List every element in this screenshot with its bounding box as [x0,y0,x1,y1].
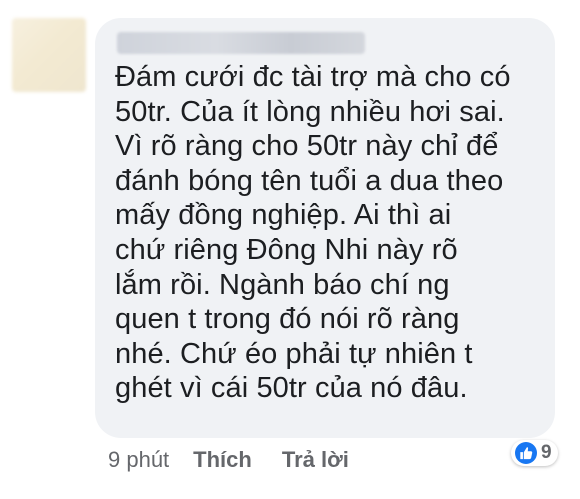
like-button[interactable]: Thích [193,447,252,473]
like-icon [515,442,537,464]
avatar[interactable] [12,18,86,92]
comment-timestamp[interactable]: 9 phút [108,447,169,473]
comment-author[interactable] [117,32,365,54]
comment-text: Đám cưới đc tài trợ mà cho có 50tr. Của … [115,61,511,405]
comment-actions: 9 phút Thích Trả lời [108,447,379,473]
comment-bubble: Đám cưới đc tài trợ mà cho có 50tr. Của … [95,18,555,438]
reaction-summary[interactable]: 9 [511,440,558,466]
reaction-count: 9 [541,442,552,463]
reply-button[interactable]: Trả lời [282,447,349,473]
